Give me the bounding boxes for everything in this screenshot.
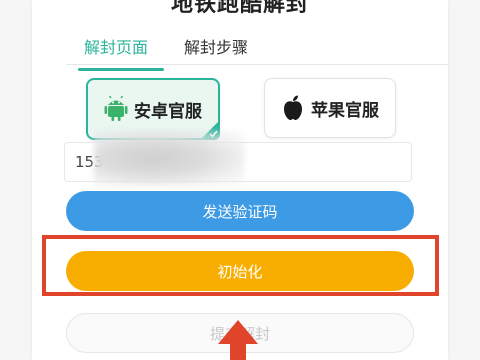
tab-divider — [66, 64, 448, 65]
highlight-box — [42, 235, 439, 296]
page-title: 地铁跑酷解封 — [170, 0, 309, 17]
redaction-blur — [94, 130, 244, 186]
tab-label: 解封页面 — [84, 38, 149, 57]
tab-bar: 解封页面 解封步骤 — [68, 26, 428, 71]
send-verification-code-button[interactable]: 发送验证码 — [66, 191, 414, 231]
tab-unseal-steps[interactable]: 解封步骤 — [184, 34, 248, 58]
up-arrow-icon — [218, 320, 258, 360]
apple-official-button[interactable]: 苹果官服 — [264, 78, 396, 138]
tab-unseal-page[interactable]: 解封页面 — [78, 34, 164, 71]
active-tab-indicator — [78, 68, 164, 71]
platform-label: 苹果官服 — [311, 101, 379, 121]
platform-label: 安卓官服 — [134, 102, 202, 122]
apple-icon — [281, 93, 305, 121]
tab-label: 解封步骤 — [184, 38, 249, 57]
android-icon — [104, 94, 128, 122]
